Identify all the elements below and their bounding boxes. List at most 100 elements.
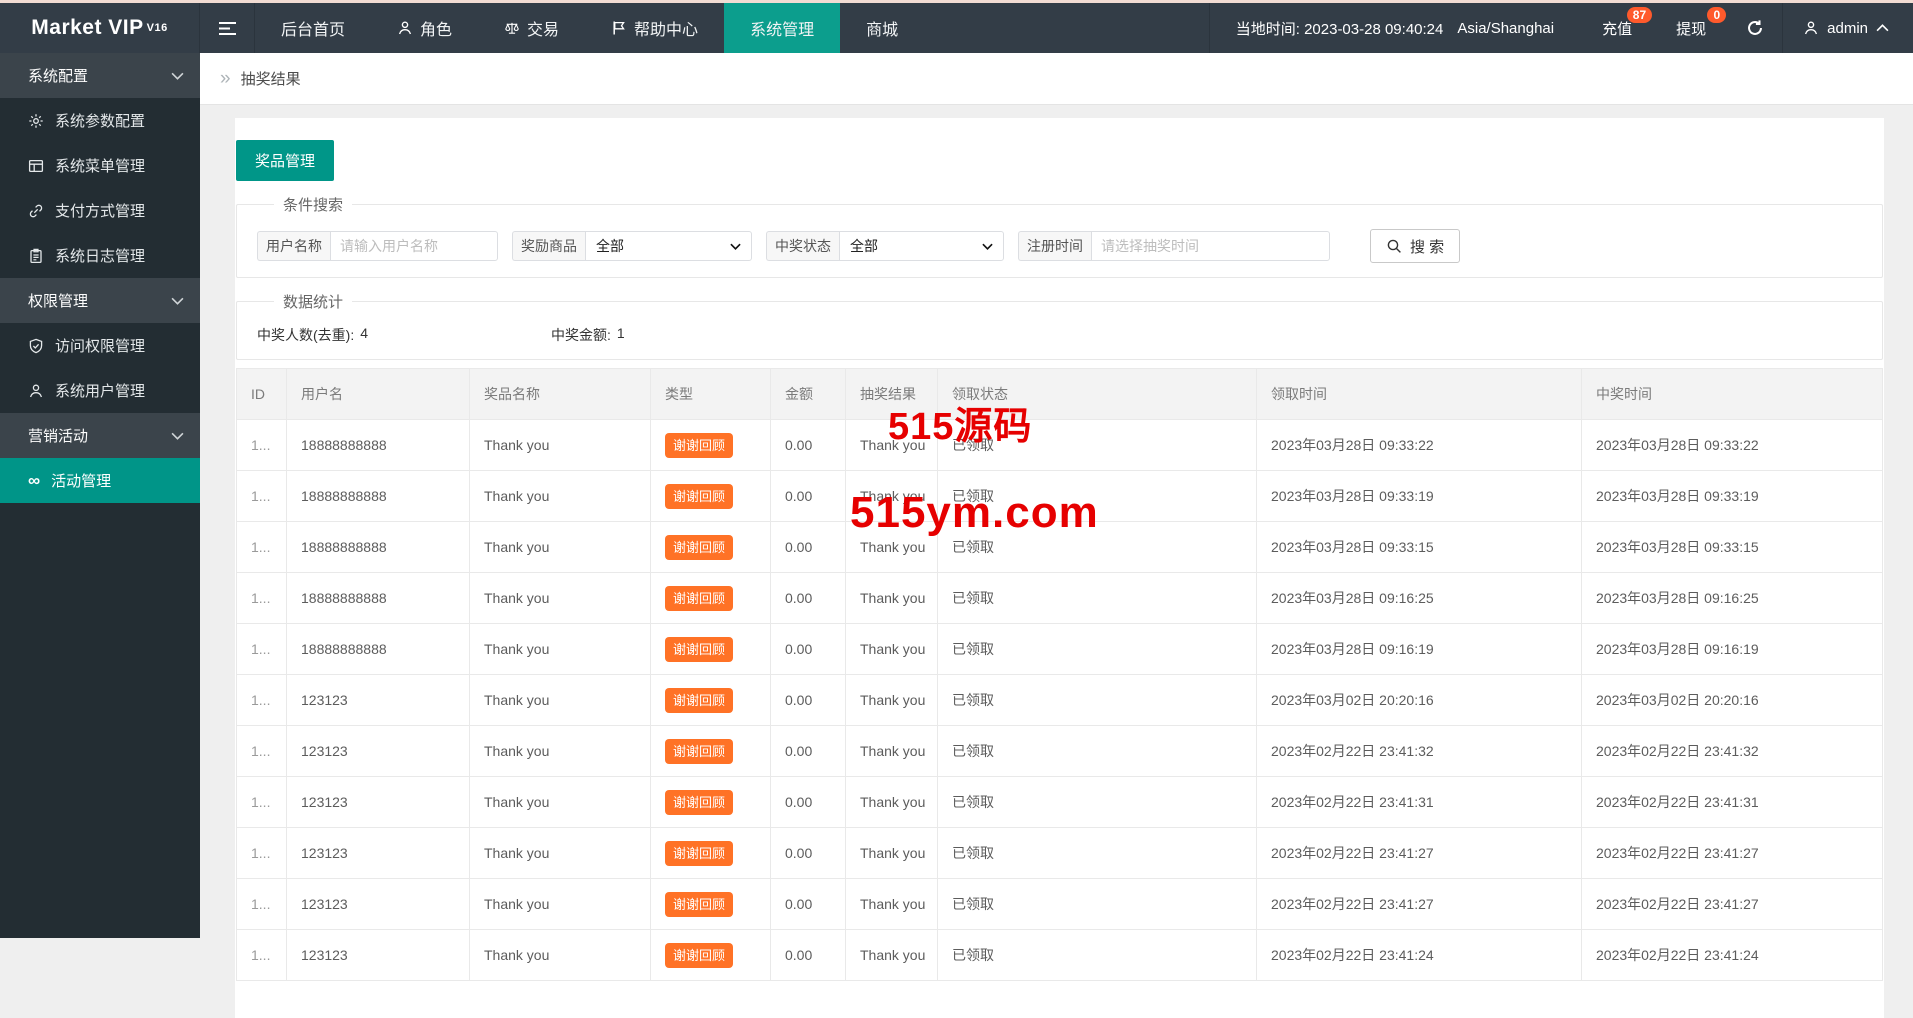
recharge-count-badge: 87: [1627, 7, 1652, 23]
nav-item-roles[interactable]: 角色: [371, 3, 478, 53]
stats-legend: 数据统计: [274, 291, 352, 312]
cell-prize-name: Thank you: [470, 879, 651, 930]
sidebar-group-system-config[interactable]: 系统配置: [0, 53, 200, 98]
nav-item-mall[interactable]: 商城: [840, 3, 924, 53]
table-row: 1... 123123 Thank you 谢谢回顾 0.00 Thank yo…: [237, 726, 1883, 777]
col-header-username: 用户名: [287, 369, 470, 420]
sidebar-item-system-menu[interactable]: 系统菜单管理: [0, 143, 200, 188]
cell-claim-status: 已领取: [938, 675, 1257, 726]
cell-claim-status: 已领取: [938, 930, 1257, 981]
cell-type: 谢谢回顾: [651, 624, 771, 675]
sidebar-item-system-logs[interactable]: 系统日志管理: [0, 233, 200, 278]
regtime-filter: 注册时间: [1018, 231, 1330, 261]
cell-prize-name: Thank you: [470, 573, 651, 624]
product-filter: 奖励商品 全部: [512, 231, 752, 261]
search-button[interactable]: 搜 索: [1370, 229, 1460, 263]
col-header-win-time: 中奖时间: [1582, 369, 1883, 420]
recharge-button[interactable]: 充值 87: [1580, 3, 1654, 53]
table-row: 1... 123123 Thank you 谢谢回顾 0.00 Thank yo…: [237, 930, 1883, 981]
infinity-link-icon: ∞: [28, 472, 40, 489]
cell-win-time: 2023年03月28日 09:33:15: [1582, 522, 1883, 573]
regtime-input[interactable]: [1091, 231, 1330, 261]
username-input[interactable]: [330, 231, 498, 261]
status-select-value: 全部: [850, 236, 878, 256]
flag-icon: [611, 20, 627, 36]
cell-username: 18888888888: [287, 522, 470, 573]
cell-draw-result: Thank you: [846, 777, 938, 828]
type-badge: 谢谢回顾: [665, 841, 733, 866]
username-text: admin: [1827, 20, 1868, 37]
gear-icon: [28, 113, 44, 129]
cell-type: 谢谢回顾: [651, 879, 771, 930]
cell-amount: 0.00: [771, 624, 846, 675]
cell-draw-result: Thank you: [846, 930, 938, 981]
cell-prize-name: Thank you: [470, 624, 651, 675]
results-table-body: 1... 18888888888 Thank you 谢谢回顾 0.00 Tha…: [237, 420, 1883, 981]
cell-prize-name: Thank you: [470, 930, 651, 981]
cell-win-time: 2023年03月28日 09:33:19: [1582, 471, 1883, 522]
table-row: 1... 123123 Thank you 谢谢回顾 0.00 Thank yo…: [237, 777, 1883, 828]
cell-amount: 0.00: [771, 471, 846, 522]
cell-id: 1...: [237, 522, 287, 573]
sidebar-group-permissions[interactable]: 权限管理: [0, 278, 200, 323]
sidebar: 系统配置 系统参数配置 系统菜单管理 支付方式管理 系统日志管理: [0, 53, 200, 938]
username-filter-label: 用户名称: [257, 231, 330, 261]
refresh-button[interactable]: [1728, 3, 1782, 53]
username-filter: 用户名称: [257, 231, 498, 261]
sidebar-item-payment-methods[interactable]: 支付方式管理: [0, 188, 200, 233]
shield-check-icon: [28, 338, 44, 354]
cell-win-time: 2023年03月28日 09:16:19: [1582, 624, 1883, 675]
person-icon: [28, 383, 44, 399]
topbar-right-section: 当地时间: 2023-03-28 09:40:24 Asia/Shanghai …: [1209, 3, 1913, 53]
type-badge: 谢谢回顾: [665, 739, 733, 764]
clipboard-icon: [28, 248, 44, 264]
cell-claim-status: 已领取: [938, 624, 1257, 675]
prize-manage-button[interactable]: 奖品管理: [236, 140, 334, 181]
cell-claim-time: 2023年02月22日 23:41:32: [1257, 726, 1582, 777]
cell-id: 1...: [237, 420, 287, 471]
search-button-label: 搜 索: [1410, 236, 1444, 257]
col-header-amount: 金额: [771, 369, 846, 420]
sidebar-item-system-params[interactable]: 系统参数配置: [0, 98, 200, 143]
stat-winners-label: 中奖人数(去重):: [257, 325, 354, 345]
cell-claim-status: 已领取: [938, 879, 1257, 930]
sidebar-group-label: 系统配置: [28, 65, 88, 86]
search-form-row: 用户名称 奖励商品 全部 中奖状态 全部: [257, 229, 1882, 263]
withdraw-button[interactable]: 提现 0: [1654, 3, 1728, 53]
cell-win-time: 2023年02月22日 23:41:24: [1582, 930, 1883, 981]
cell-id: 1...: [237, 675, 287, 726]
sidebar-item-system-users[interactable]: 系统用户管理: [0, 368, 200, 413]
cell-type: 谢谢回顾: [651, 573, 771, 624]
product-select[interactable]: 全部: [585, 231, 752, 261]
cell-win-time: 2023年03月28日 09:16:25: [1582, 573, 1883, 624]
withdraw-count-badge: 0: [1707, 7, 1726, 23]
table-row: 1... 18888888888 Thank you 谢谢回顾 0.00 Tha…: [237, 573, 1883, 624]
breadcrumb-label: 抽奖结果: [241, 68, 301, 89]
sidebar-group-label: 权限管理: [28, 290, 88, 311]
local-time-text: 当地时间: 2023-03-28 09:40:24: [1236, 18, 1444, 39]
withdraw-label: 提现: [1676, 18, 1706, 39]
cell-id: 1...: [237, 726, 287, 777]
nav-item-trade[interactable]: 交易: [478, 3, 585, 53]
sidebar-item-access-permissions[interactable]: 访问权限管理: [0, 323, 200, 368]
table-row: 1... 123123 Thank you 谢谢回顾 0.00 Thank yo…: [237, 675, 1883, 726]
status-select[interactable]: 全部: [839, 231, 1004, 261]
cell-type: 谢谢回顾: [651, 522, 771, 573]
sidebar-item-activity-management[interactable]: ∞ 活动管理: [0, 458, 200, 503]
type-badge: 谢谢回顾: [665, 484, 733, 509]
cell-type: 谢谢回顾: [651, 675, 771, 726]
chevron-down-icon: [171, 72, 184, 80]
nav-item-label: 角色: [420, 16, 452, 40]
cell-username: 123123: [287, 930, 470, 981]
nav-item-home[interactable]: 后台首页: [255, 3, 371, 53]
cell-claim-status: 已领取: [938, 726, 1257, 777]
sidebar-group-marketing[interactable]: 营销活动: [0, 413, 200, 458]
user-menu[interactable]: admin: [1782, 3, 1913, 53]
product-filter-label: 奖励商品: [512, 231, 585, 261]
nav-item-system-management[interactable]: 系统管理: [724, 3, 840, 53]
cell-amount: 0.00: [771, 726, 846, 777]
cell-username: 123123: [287, 726, 470, 777]
sidebar-toggle-button[interactable]: [200, 3, 255, 53]
cell-id: 1...: [237, 930, 287, 981]
nav-item-help-center[interactable]: 帮助中心: [585, 3, 724, 53]
